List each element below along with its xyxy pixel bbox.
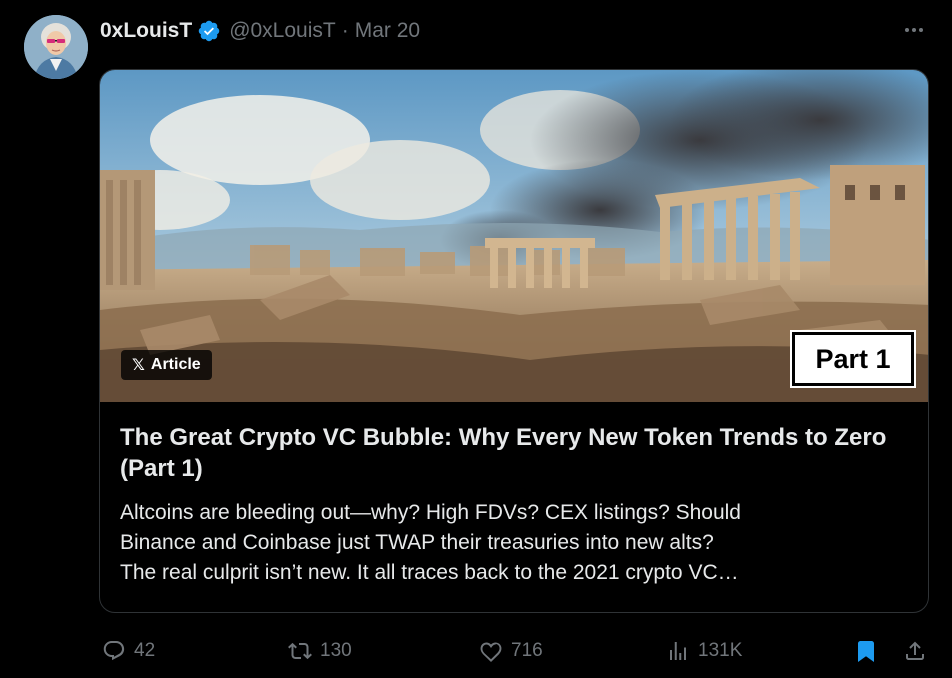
like-count: 716 (511, 640, 543, 661)
views-icon (670, 642, 686, 660)
article-card[interactable]: 𝕏 Article Part 1 The Great Crypto VC Bub… (99, 69, 929, 613)
article-badge: 𝕏 Article (121, 350, 212, 380)
repost-button[interactable]: 130 (288, 634, 352, 668)
share-button[interactable] (903, 634, 927, 668)
article-description-line: The real culprit isn’t new. It all trace… (120, 561, 739, 584)
views-button[interactable]: 131K (666, 634, 742, 668)
verified-badge-icon (197, 19, 221, 43)
avatar[interactable] (24, 15, 88, 79)
reply-count: 42 (134, 640, 156, 661)
display-name[interactable]: 0xLouisT (100, 19, 192, 43)
more-icon[interactable] (900, 18, 928, 42)
avatar-image (24, 15, 88, 79)
tweet-actions: 42 130 716 131K (100, 634, 930, 668)
bookmark-icon (858, 641, 874, 662)
like-icon (480, 642, 502, 663)
part-label: Part 1 (790, 330, 916, 388)
reply-icon (103, 641, 125, 661)
article-badge-label: Article (150, 356, 201, 373)
article-title[interactable]: The Great Crypto VC Bubble: Why Every Ne… (120, 422, 915, 484)
more-dot (919, 28, 923, 32)
separator-dot: · (341, 19, 349, 42)
like-button[interactable]: 716 (479, 634, 543, 668)
more-dot (912, 28, 916, 32)
x-logo-icon: 𝕏 (132, 357, 145, 374)
article-description-line: Binance and Coinbase just TWAP their tre… (120, 531, 714, 554)
share-icon (906, 641, 924, 660)
repost-count: 130 (320, 640, 352, 661)
bookmark-button[interactable] (854, 634, 878, 668)
views-count: 131K (698, 640, 743, 661)
more-dot (905, 28, 909, 32)
tweet-header: 0xLouisT @0xLouisT · Mar 20 (100, 14, 420, 48)
article-description: Altcoins are bleeding out—why? High FDVs… (120, 498, 915, 588)
tweet-date[interactable]: Mar 20 (355, 19, 420, 43)
handle[interactable]: @0xLouisT (229, 19, 336, 43)
article-description-line: Altcoins are bleeding out—why? High FDVs… (120, 501, 741, 524)
repost-icon (288, 642, 312, 660)
reply-button[interactable]: 42 (102, 634, 155, 668)
